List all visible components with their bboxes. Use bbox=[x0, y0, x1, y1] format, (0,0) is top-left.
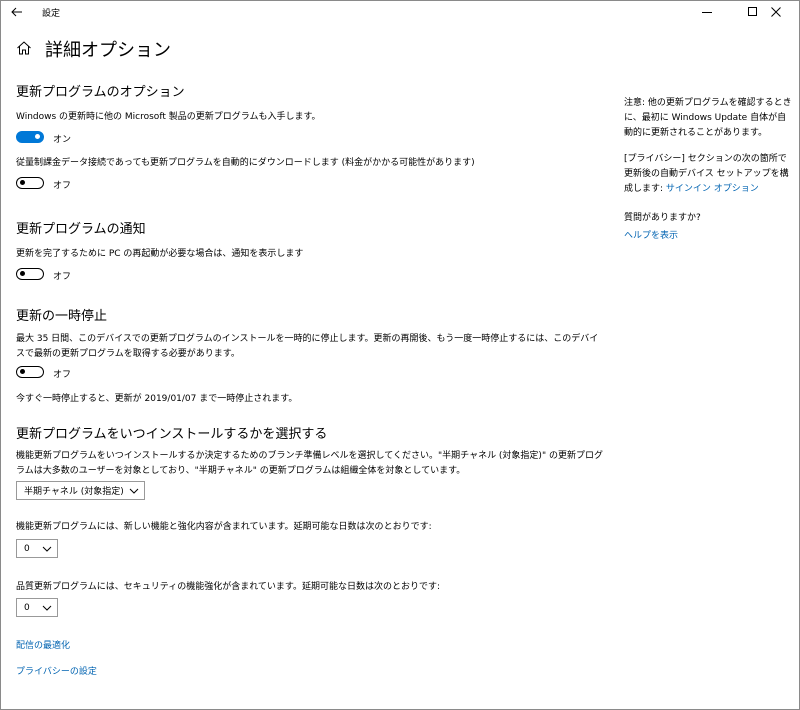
chevron-down-icon bbox=[42, 546, 52, 552]
restart-notify-state: オフ bbox=[53, 272, 72, 282]
sidebar-note: 注意: 他の更新プログラムを確認するときに、最初に Windows Update… bbox=[624, 98, 792, 138]
toggle-knob bbox=[20, 271, 25, 276]
metered-label: 従量制課金データ接続であっても更新プログラムを自動的にダウンロードします (料金… bbox=[16, 158, 475, 168]
feature-defer-select[interactable]: 0 bbox=[16, 539, 58, 558]
quality-defer-value: 0 bbox=[24, 602, 30, 613]
title-bar: 設定 bbox=[1, 1, 799, 23]
minimize-icon bbox=[702, 12, 712, 13]
back-button[interactable] bbox=[1, 1, 33, 23]
quality-defer-select[interactable]: 0 bbox=[16, 598, 58, 617]
sidebar-privacy: [プライバシー] セクションの次の箇所で更新後の自動デバイス セットアップを構成… bbox=[624, 152, 792, 197]
toggle-knob bbox=[20, 369, 25, 374]
toggle-knob bbox=[20, 180, 25, 185]
restart-notify-toggle[interactable] bbox=[16, 268, 44, 280]
ms-products-state: オン bbox=[53, 135, 72, 145]
pause-note: 今すぐ一時停止すると、更新が 2019/01/07 まで一時停止されます。 bbox=[16, 394, 298, 404]
get-help-link[interactable]: ヘルプを表示 bbox=[624, 229, 792, 244]
pause-heading: 更新の一時停止 bbox=[16, 309, 108, 324]
back-arrow-icon bbox=[11, 7, 22, 17]
chevron-down-icon bbox=[42, 605, 52, 611]
ms-products-label: Windows の更新時に他の Microsoft 製品の更新プログラムも入手し… bbox=[16, 112, 321, 122]
schedule-heading: 更新プログラムをいつインストールするかを選択する bbox=[16, 427, 328, 442]
close-button[interactable] bbox=[753, 1, 799, 23]
pause-state: オフ bbox=[53, 370, 72, 380]
page-title: 詳細オプション bbox=[45, 40, 171, 61]
minimize-button[interactable] bbox=[684, 1, 730, 23]
home-icon bbox=[17, 41, 31, 55]
home-button[interactable] bbox=[16, 40, 32, 56]
branch-readiness-value: 半期チャネル (対象指定) bbox=[24, 487, 124, 497]
privacy-settings-link[interactable]: プライバシーの設定 bbox=[16, 664, 97, 677]
update-options-heading: 更新プログラムのオプション bbox=[16, 85, 185, 100]
delivery-optimization-link[interactable]: 配信の最適化 bbox=[16, 638, 70, 651]
restart-notify-label: 更新を完了するために PC の再起動が必要な場合は、通知を表示します bbox=[16, 249, 304, 259]
pause-toggle[interactable] bbox=[16, 366, 44, 378]
metered-state: オフ bbox=[53, 181, 72, 191]
sidebar-question: 質問がありますか? bbox=[624, 213, 701, 223]
schedule-description: 機能更新プログラムをいつインストールするか決定するためのブランチ準備レベルを選択… bbox=[16, 451, 603, 476]
quality-defer-label: 品質更新プログラムには、セキュリティの機能強化が含まれています。延期可能な日数は… bbox=[16, 582, 441, 592]
feature-defer-value: 0 bbox=[24, 543, 30, 554]
branch-readiness-select[interactable]: 半期チャネル (対象指定) bbox=[16, 481, 145, 500]
sign-in-options-link[interactable]: サインイン オプション bbox=[666, 184, 759, 194]
toggle-knob bbox=[35, 134, 40, 139]
feature-defer-label: 機能更新プログラムには、新しい機能と強化内容が含まれています。延期可能な日数は次… bbox=[16, 522, 432, 532]
close-icon bbox=[771, 7, 781, 17]
metered-toggle[interactable] bbox=[16, 177, 44, 189]
notifications-heading: 更新プログラムの通知 bbox=[16, 222, 146, 237]
chevron-down-icon bbox=[129, 488, 139, 494]
pause-description: 最大 35 日間、このデバイスでの更新プログラムのインストールを一時的に停止しま… bbox=[16, 334, 599, 359]
window-title: 設定 bbox=[42, 9, 61, 19]
ms-products-toggle[interactable] bbox=[16, 131, 44, 143]
